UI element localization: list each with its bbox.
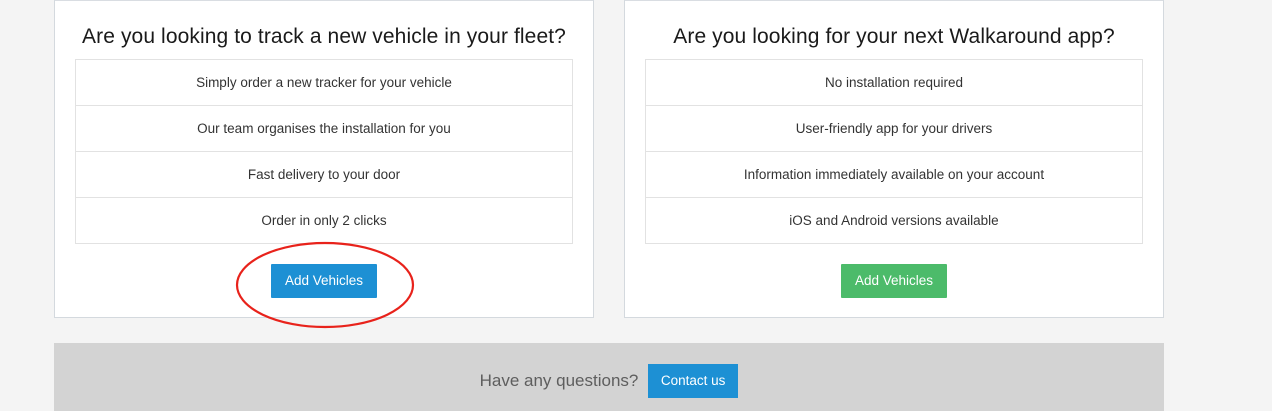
list-item: Simply order a new tracker for your vehi… (196, 75, 452, 90)
footer-content: Have any questions? Contact us (54, 364, 1164, 398)
list-item: Our team organises the installation for … (76, 105, 572, 151)
walkaround-feature-list: No installation required User-friendly a… (645, 59, 1143, 244)
add-vehicles-button[interactable]: Add Vehicles (271, 264, 377, 298)
page-edge (1272, 0, 1285, 411)
list-item: User-friendly app for your drivers (646, 105, 1142, 151)
list-item: Information immediately available on you… (646, 151, 1142, 197)
tracker-card: Are you looking to track a new vehicle i… (54, 0, 594, 318)
questions-text: Have any questions? (479, 371, 639, 390)
walkaround-card: Are you looking for your next Walkaround… (624, 0, 1164, 318)
walkaround-card-title: Are you looking for your next Walkaround… (673, 25, 1115, 48)
list-item: Fast delivery to your door (76, 151, 572, 197)
contact-footer: Have any questions? Contact us (54, 343, 1164, 411)
list-item: Order in only 2 clicks (76, 197, 572, 243)
contact-us-button[interactable]: Contact us (647, 364, 739, 398)
tracker-card-title: Are you looking to track a new vehicle i… (82, 25, 566, 48)
list-item: No installation required (824, 75, 964, 90)
page: Are you looking to track a new vehicle i… (0, 0, 1285, 411)
add-vehicles-walkaround-button[interactable]: Add Vehicles (841, 264, 947, 298)
tracker-feature-list: Simply order a new tracker for your vehi… (75, 59, 573, 244)
list-item: iOS and Android versions available (646, 197, 1142, 243)
